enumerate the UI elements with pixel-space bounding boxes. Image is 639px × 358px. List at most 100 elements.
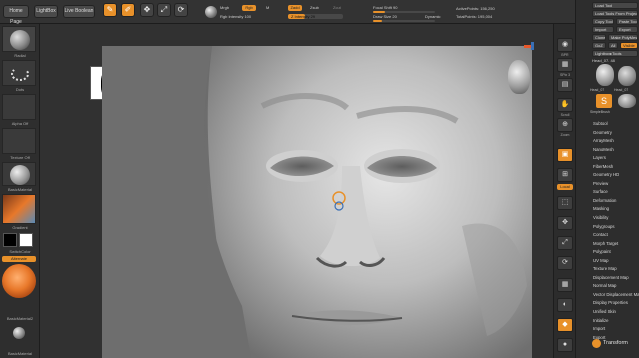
menu-item-vector-displacement-map[interactable]: Vector Displacement Map xyxy=(593,291,639,300)
menu-item-polypaint[interactable]: Polypaint xyxy=(593,248,639,257)
rotate-tool-icon[interactable]: ⟳ xyxy=(174,3,188,17)
draw-tool-icon[interactable]: ✐ xyxy=(121,3,135,17)
menu-item-preview[interactable]: Preview xyxy=(593,180,639,189)
menu-item-geometry[interactable]: Geometry xyxy=(593,129,639,138)
zoom-icon[interactable]: ⊕ xyxy=(557,118,573,132)
paste-tool-button[interactable]: Paste Tool xyxy=(616,18,638,25)
move-tool-icon[interactable]: ✥ xyxy=(140,3,154,17)
axis-gizmo-icon[interactable] xyxy=(524,42,538,52)
menu-item-unified-skin[interactable]: Unified Skin xyxy=(593,308,639,317)
rgb-button[interactable]: Rgb xyxy=(242,5,256,11)
move-view-icon[interactable]: ✥ xyxy=(557,216,573,230)
lightbox-button[interactable]: LightBox xyxy=(34,5,58,18)
menu-item-visibility[interactable]: Visibility xyxy=(593,214,639,223)
home-page-button[interactable]: Home Page xyxy=(3,5,29,25)
rotate-view-icon[interactable]: ⟳ xyxy=(557,256,573,270)
mrgb-label[interactable]: Mrgb xyxy=(220,5,229,10)
menu-item-texture-map[interactable]: Texture Map xyxy=(593,265,639,274)
texture-slot[interactable] xyxy=(2,128,36,154)
material-sphere-icon[interactable] xyxy=(205,6,217,18)
all-button[interactable]: All xyxy=(608,42,618,49)
load-tools-from-project-button[interactable]: Load Tools From Project xyxy=(592,10,638,17)
bpr-icon[interactable]: ◉ xyxy=(557,38,573,52)
polyf-icon[interactable]: ▦ xyxy=(557,278,573,292)
dynamic-button[interactable]: Dynamic xyxy=(425,14,441,19)
menu-item-contact[interactable]: Contact xyxy=(593,231,639,240)
menu-item-arraymesh[interactable]: ArrayMesh xyxy=(593,137,639,146)
menu-item-fibermesh[interactable]: FiberMesh xyxy=(593,163,639,172)
focal-shift-slider[interactable]: Focal Shift 90 xyxy=(373,5,397,10)
spix-icon[interactable]: ▦ xyxy=(557,58,573,72)
gradient-slot[interactable] xyxy=(2,194,36,224)
menu-item-import[interactable]: Import xyxy=(593,325,639,334)
active-points-readout: ActivePoints: 156,250 xyxy=(456,6,495,11)
live-boolean-button[interactable]: Live Boolean xyxy=(63,5,95,18)
mini-head-preview[interactable] xyxy=(508,60,530,94)
lightbox-tools-button[interactable]: Lightbox▸Tools xyxy=(592,50,638,57)
copy-tool-button[interactable]: Copy Tool xyxy=(592,18,614,25)
material-slot[interactable] xyxy=(2,162,36,186)
sculpt-viewport[interactable] xyxy=(102,46,532,358)
edit-tool-icon[interactable]: ✎ xyxy=(103,3,117,17)
clone-button[interactable]: Clone xyxy=(592,34,606,41)
menu-item-surface[interactable]: Surface xyxy=(593,188,639,197)
load-tool-button[interactable]: Load Tool xyxy=(592,2,638,9)
zsub-button[interactable]: Zsub xyxy=(310,5,319,10)
visible-button[interactable]: Visible xyxy=(620,42,638,49)
goz-button[interactable]: GoZ xyxy=(592,42,606,49)
transform-label[interactable]: Transform xyxy=(603,340,628,346)
scale-view-icon[interactable]: ⤢ xyxy=(557,236,573,250)
head-tool-thumbnail-2[interactable] xyxy=(618,66,636,86)
primary-color-swatch[interactable] xyxy=(3,233,17,247)
scale-tool-icon[interactable]: ⤢ xyxy=(157,3,171,17)
menu-item-display-properties[interactable]: Display Properties xyxy=(593,299,639,308)
color-picker-wheel[interactable] xyxy=(2,264,36,298)
grid-icon[interactable]: ▤ xyxy=(557,78,573,92)
import-button[interactable]: Import xyxy=(592,26,614,33)
export-button[interactable]: Export xyxy=(616,26,638,33)
menu-item-geometry-hd[interactable]: Geometry HD xyxy=(593,171,639,180)
menu-item-deformation[interactable]: Deformation xyxy=(593,197,639,206)
menu-item-layers[interactable]: Layers xyxy=(593,154,639,163)
solo-icon[interactable]: ◆ xyxy=(557,318,573,332)
document-area xyxy=(40,24,553,358)
floor-icon[interactable]: ⊞ xyxy=(557,168,573,182)
stroke-slot[interactable] xyxy=(2,60,36,86)
draw-size-slider[interactable]: Draw Size 20 xyxy=(373,14,397,19)
menu-item-masking[interactable]: Masking xyxy=(593,205,639,214)
transp-icon[interactable]: ◐ xyxy=(557,298,573,312)
zcut-button[interactable]: Zcut xyxy=(333,5,341,10)
brush-slot[interactable] xyxy=(2,26,36,52)
local-button[interactable]: Local xyxy=(557,184,573,190)
basic-material-sphere-icon[interactable] xyxy=(13,327,25,339)
alternate-button[interactable]: Alternate xyxy=(2,256,36,262)
alpha-slot[interactable] xyxy=(2,94,36,120)
persp-icon[interactable]: ▣ xyxy=(557,148,573,162)
stroke-label: Dots xyxy=(15,87,25,92)
menu-item-morph-target[interactable]: Morph Target xyxy=(593,240,639,249)
zadd-button[interactable]: Zadd xyxy=(288,5,302,11)
dots-stroke-icon xyxy=(11,67,29,81)
transform-icon[interactable] xyxy=(592,339,601,348)
scroll-icon[interactable]: ✋ xyxy=(557,98,573,112)
simplebrush-icon[interactable]: S xyxy=(596,94,612,108)
menu-item-nanomesh[interactable]: NanoMesh xyxy=(593,146,639,155)
menu-item-initialize[interactable]: Initialize xyxy=(593,317,639,326)
dynamic-icon[interactable]: ● xyxy=(557,338,573,352)
menu-item-normal-map[interactable]: Normal Map xyxy=(593,282,639,291)
switchcolor-label[interactable]: SwitchColor xyxy=(0,249,40,254)
focal-shift-track[interactable] xyxy=(373,11,435,13)
frame-icon[interactable]: ⬚ xyxy=(557,196,573,210)
menu-item-uv-map[interactable]: UV Map xyxy=(593,257,639,266)
menu-item-displacement-map[interactable]: Displacement Map xyxy=(593,274,639,283)
m-button[interactable]: M xyxy=(266,5,269,10)
menu-item-polygroups[interactable]: Polygroups xyxy=(593,223,639,232)
menu-item-subtool[interactable]: Subtool xyxy=(593,120,639,129)
top-toolbar: Home Page LightBox Live Boolean ✎ ✐ ✥ ⤢ … xyxy=(0,0,639,25)
head-tool-thumbnail[interactable] xyxy=(596,64,614,86)
head-tool-thumbnail-3[interactable] xyxy=(618,94,636,108)
rgb-intensity-slider[interactable]: Rgb Intensity 100 xyxy=(220,14,251,19)
draw-size-track[interactable] xyxy=(373,20,435,22)
secondary-color-swatch[interactable] xyxy=(19,233,33,247)
make-polymesh-button[interactable]: Make PolyMesh3D xyxy=(608,34,638,41)
